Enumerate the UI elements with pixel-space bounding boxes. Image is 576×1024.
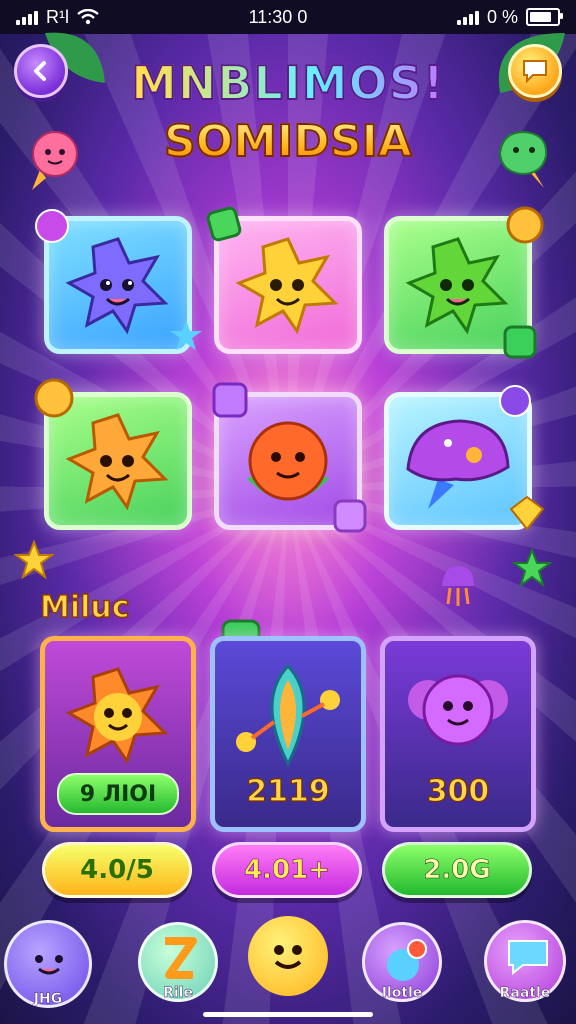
green-star-blob-icon <box>405 237 509 335</box>
home-indicator[interactable] <box>203 1012 373 1017</box>
nav-label: Raatle <box>499 985 551 1001</box>
shop-card[interactable]: 9 ЛIOI <box>40 636 196 832</box>
orange-ball-blob-icon <box>247 421 329 501</box>
buy-button[interactable]: 2.0G <box>382 842 532 898</box>
game-title: MNBLIMOS! <box>0 55 576 111</box>
gold-coin-icon <box>506 206 544 244</box>
rainbow-rocket-icon <box>236 664 340 768</box>
smiley-chat-icon <box>274 945 302 969</box>
nav-item-home[interactable] <box>248 916 328 996</box>
yellow-star-icon <box>14 540 54 580</box>
game-subtitle: SOMIDSIA <box>0 115 576 168</box>
orange-star-blob-icon <box>65 413 169 511</box>
buy-button[interactable]: 4.0/5 <box>42 842 192 898</box>
green-star-icon <box>512 548 552 588</box>
purple-jelly-mini-icon <box>442 566 474 606</box>
shop-card[interactable]: 2119 <box>210 636 366 832</box>
wifi-icon <box>77 9 99 25</box>
yellow-gem-icon <box>509 495 545 531</box>
nav-label: Rile <box>163 985 193 1001</box>
green-gem-icon <box>206 206 242 242</box>
nav-label: Ilotle <box>381 985 423 1001</box>
purple-star-blob-icon <box>65 237 169 335</box>
nav-item-rile[interactable]: Rile <box>138 922 218 1002</box>
purple-cloud-blob-icon <box>408 674 508 746</box>
nav-label: JHG <box>33 991 63 1007</box>
battery-icon <box>525 8 563 26</box>
shop-card[interactable]: 300 <box>380 636 536 832</box>
floating-pink-creature <box>32 131 78 190</box>
card-price-pill: 9 ЛIOI <box>57 773 179 815</box>
status-right: 0 % <box>456 6 563 28</box>
card-price: 300 <box>426 773 490 809</box>
chat-bubble-icon <box>508 940 548 976</box>
gold-coin-icon <box>34 378 74 418</box>
purple-jelly-icon <box>406 419 510 509</box>
purple-badge-icon <box>499 385 531 417</box>
floating-green-creature <box>498 130 548 188</box>
purple-cube-candy-icon <box>333 499 367 533</box>
star-candy-icon <box>170 320 202 350</box>
green-cube-candy-icon <box>503 325 537 359</box>
purple-orb-icon <box>35 209 69 243</box>
signal-icon <box>16 9 38 25</box>
card-price: 2119 <box>246 773 331 809</box>
carrier-label: R¹l <box>46 6 69 27</box>
cell-signal-icon <box>456 9 479 25</box>
nav-item-ilotle[interactable]: Ilotle <box>362 922 442 1002</box>
nav-item-jhg[interactable]: JHG <box>4 920 92 1008</box>
status-left: R¹l <box>16 7 99 28</box>
clock: 11:30 0 <box>248 6 308 27</box>
buy-button[interactable]: 4.01+ <box>212 842 362 898</box>
battery-percent: 0 % <box>486 6 518 27</box>
z-badge-icon <box>165 937 197 979</box>
yellow-star-blob-icon <box>235 237 339 335</box>
nav-item-raatle[interactable]: Raatle <box>484 920 566 1002</box>
purple-cube-candy-icon <box>212 382 248 418</box>
blue-blob-icon <box>35 955 63 975</box>
bubble-alert-icon <box>387 939 427 981</box>
shop-section-title: Miluc <box>39 589 130 626</box>
orange-star-blob-icon <box>65 667 169 765</box>
